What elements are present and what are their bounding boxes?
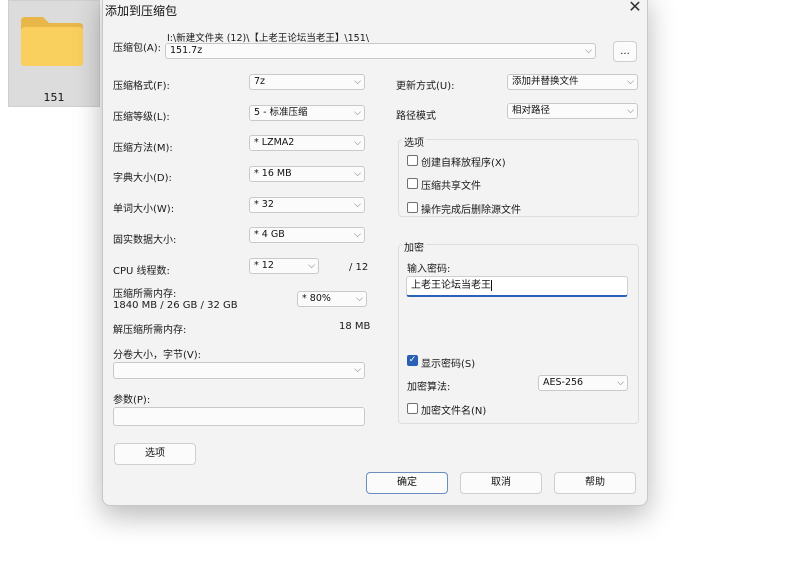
delete-source-label: 操作完成后删除源文件: [421, 205, 521, 216]
folder-icon: [21, 17, 83, 66]
chevron-down-icon: ⌵: [617, 378, 624, 388]
shared-label: 压缩共享文件: [421, 181, 481, 192]
dialog-title: 添加到压缩包: [105, 4, 178, 18]
update-label: 更新方式(U):: [396, 81, 455, 92]
password-input[interactable]: 上老王论坛当老王: [406, 276, 628, 297]
cpu-select[interactable]: * 12 ⌵: [249, 258, 319, 274]
delete-source-checkbox[interactable]: [407, 202, 418, 213]
chevron-down-icon: ⌵: [354, 108, 361, 118]
chevron-down-icon: ⌵: [354, 200, 361, 210]
sfx-checkbox[interactable]: [407, 155, 418, 166]
encryption-method-select[interactable]: AES-256 ⌵: [538, 375, 628, 391]
word-label: 单词大小(W):: [113, 204, 175, 215]
volume-combo[interactable]: ⌵: [113, 362, 365, 379]
volume-label: 分卷大小，字节(V):: [113, 350, 202, 361]
mem-decomp-value: 18 MB: [339, 321, 371, 332]
mem-comp-value: * 80%: [302, 293, 331, 304]
archive-path: I:\新建文件夹 (12)\【上老王论坛当老王】\151\: [167, 33, 369, 44]
encryption-group-title: 加密: [402, 239, 426, 254]
encryption-method-label: 加密算法:: [407, 382, 451, 393]
cpu-label: CPU 线程数:: [113, 266, 170, 277]
chevron-down-icon: ⌵: [308, 261, 315, 271]
solid-label: 固实数据大小:: [113, 235, 177, 246]
path-mode-select[interactable]: 相对路径 ⌵: [507, 103, 638, 119]
show-password-checkbox[interactable]: ✓: [407, 355, 418, 366]
method-label: 压缩方法(M):: [113, 143, 173, 154]
dict-value: * 16 MB: [254, 168, 292, 179]
chevron-down-icon: ⌵: [354, 77, 361, 87]
word-select[interactable]: * 32 ⌵: [249, 197, 365, 213]
show-password-label: 显示密码(S): [421, 359, 476, 370]
chevron-down-icon: ⌵: [627, 106, 634, 116]
format-select[interactable]: 7z ⌵: [249, 74, 365, 90]
solid-value: * 4 GB: [254, 229, 285, 240]
ok-button[interactable]: 确定: [366, 472, 448, 494]
options-group-title: 选项: [402, 134, 426, 149]
archive-label: 压缩包(A):: [113, 43, 162, 54]
chevron-down-icon: ⌵: [627, 77, 634, 87]
cpu-total: / 12: [349, 262, 369, 273]
solid-select[interactable]: * 4 GB ⌵: [249, 227, 365, 243]
method-select[interactable]: * LZMA2 ⌵: [249, 135, 365, 151]
chevron-down-icon: ⌵: [354, 169, 361, 179]
dict-label: 字典大小(D):: [113, 173, 172, 184]
mem-comp-detail: 1840 MB / 26 GB / 32 GB: [113, 300, 238, 311]
archive-name-value: 151.7z: [170, 45, 203, 56]
level-select[interactable]: 5 - 标准压缩 ⌵: [249, 105, 365, 121]
mem-comp-select[interactable]: * 80% ⌵: [297, 291, 367, 307]
path-mode-label: 路径模式: [396, 111, 436, 122]
chevron-down-icon: ⌵: [585, 46, 592, 56]
archive-name-combo[interactable]: 151.7z ⌵: [165, 43, 596, 59]
cpu-value: * 12: [254, 260, 274, 271]
encryption-method-value: AES-256: [543, 377, 584, 388]
password-value: 上老王论坛当老王: [411, 280, 491, 291]
chevron-down-icon: ⌵: [354, 365, 361, 375]
chevron-down-icon: ⌵: [356, 294, 363, 304]
checkmark-icon: ✓: [408, 355, 417, 365]
update-value: 添加并替换文件: [512, 76, 579, 87]
word-value: * 32: [254, 199, 274, 210]
sfx-label: 创建自释放程序(X): [421, 158, 506, 169]
chevron-down-icon: ⌵: [354, 138, 361, 148]
close-icon[interactable]: ✕: [627, 0, 643, 15]
params-input[interactable]: [113, 407, 365, 426]
chevron-down-icon: ⌵: [354, 230, 361, 240]
params-label: 参数(P):: [113, 395, 151, 406]
mem-comp-label: 压缩所需内存:: [113, 289, 177, 300]
format-label: 压缩格式(F):: [113, 81, 170, 92]
add-to-archive-dialog: 添加到压缩包 ✕ 压缩包(A): I:\新建文件夹 (12)\【上老王论坛当老王…: [102, 0, 648, 506]
format-value: 7z: [254, 76, 266, 87]
desktop-folder-151[interactable]: 151: [8, 0, 100, 107]
path-mode-value: 相对路径: [512, 105, 551, 116]
browse-button[interactable]: ...: [613, 41, 637, 62]
cancel-button[interactable]: 取消: [460, 472, 542, 494]
dict-select[interactable]: * 16 MB ⌵: [249, 166, 365, 182]
help-button[interactable]: 帮助: [554, 472, 636, 494]
options-button[interactable]: 选项: [114, 443, 196, 465]
level-value: 5 - 标准压缩: [254, 107, 308, 118]
level-label: 压缩等级(L):: [113, 112, 170, 123]
password-label: 输入密码:: [407, 264, 451, 275]
desktop-folder-label: 151: [43, 91, 65, 104]
method-value: * LZMA2: [254, 137, 295, 148]
update-select[interactable]: 添加并替换文件 ⌵: [507, 74, 638, 90]
encrypt-names-label: 加密文件名(N): [421, 406, 487, 417]
mem-decomp-label: 解压缩所需内存:: [113, 325, 187, 336]
shared-checkbox[interactable]: [407, 178, 418, 189]
encrypt-names-checkbox[interactable]: [407, 403, 418, 414]
